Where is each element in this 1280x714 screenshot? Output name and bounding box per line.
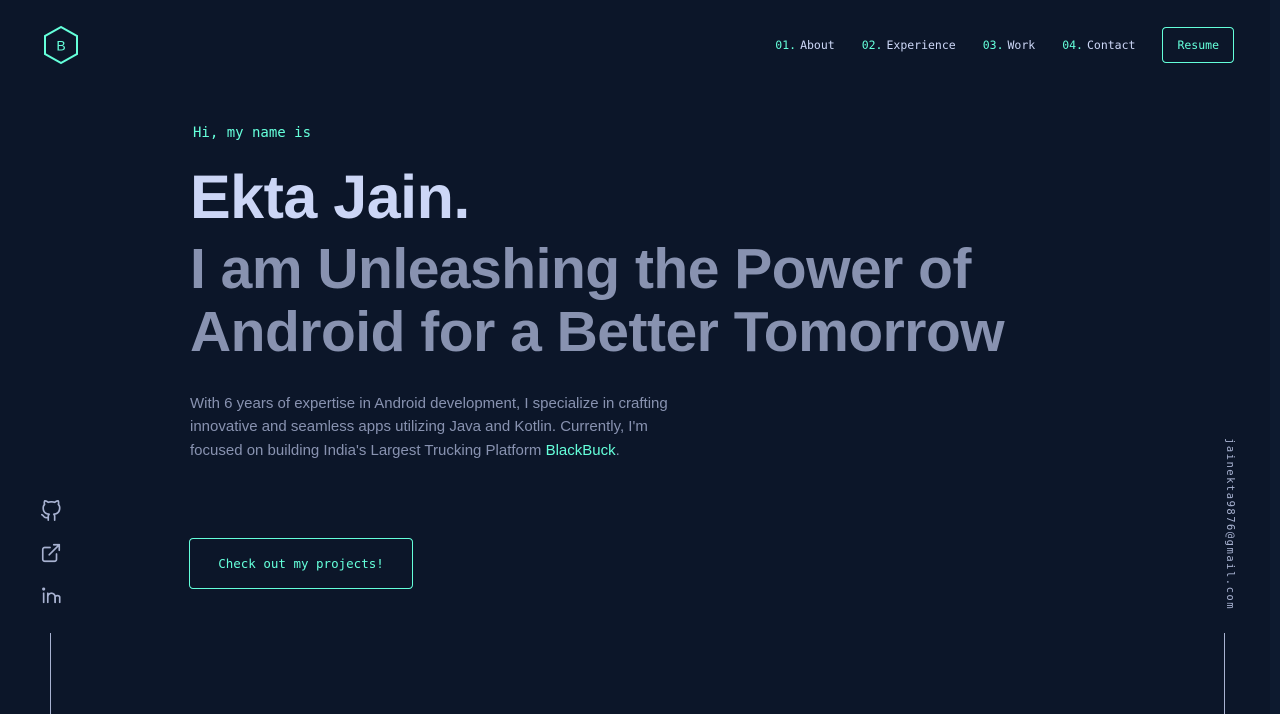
- left-vertical-line: [50, 633, 51, 714]
- nav-about[interactable]: 01. About: [775, 38, 834, 52]
- linkedin-icon[interactable]: [40, 584, 62, 606]
- nav-contact-number: 04.: [1062, 38, 1083, 52]
- hero-bio: With 6 years of expertise in Android dev…: [190, 392, 670, 462]
- external-link-icon[interactable]: [40, 542, 62, 564]
- nav-experience-number: 02.: [861, 38, 883, 52]
- nav-experience-label: Experience: [886, 38, 956, 52]
- check-projects-button[interactable]: Check out my projects!: [189, 538, 413, 589]
- blackbuck-link[interactable]: BlackBuck: [546, 442, 616, 459]
- social-links: [40, 500, 62, 626]
- hero-bio-end: .: [615, 441, 620, 459]
- nav-experience[interactable]: 02. Experience: [862, 38, 956, 52]
- logo-icon[interactable]: B: [42, 25, 80, 65]
- top-nav: 01. About 02. Experience 03. Work 04. Contac…: [748, 27, 1234, 63]
- hero-tagline: I am Unleashing the Power of Android for…: [190, 237, 1005, 364]
- right-vertical-line: [1224, 633, 1225, 714]
- resume-button[interactable]: Resume: [1162, 27, 1234, 63]
- nav-work[interactable]: 03. Work: [983, 38, 1035, 52]
- page-scrollbar[interactable]: [1270, 0, 1280, 714]
- logo-letter: B: [56, 38, 65, 54]
- nav-contact[interactable]: 04. Contact: [1062, 38, 1135, 52]
- nav-work-number: 03.: [982, 38, 1004, 52]
- nav-about-number: 01.: [775, 38, 797, 52]
- email-link[interactable]: jainekta9876@gmail.com: [1212, 438, 1236, 610]
- github-icon[interactable]: [40, 500, 62, 522]
- hero-section: Hi, my name is Ekta Jain. I am Unleashin…: [190, 118, 1090, 462]
- nav-work-label: Work: [1007, 38, 1036, 52]
- nav-about-label: About: [800, 38, 835, 52]
- nav-contact-label: Contact: [1086, 38, 1136, 52]
- hero-intro: Hi, my name is: [193, 125, 312, 141]
- hero-name: Ekta Jain.: [190, 163, 470, 231]
